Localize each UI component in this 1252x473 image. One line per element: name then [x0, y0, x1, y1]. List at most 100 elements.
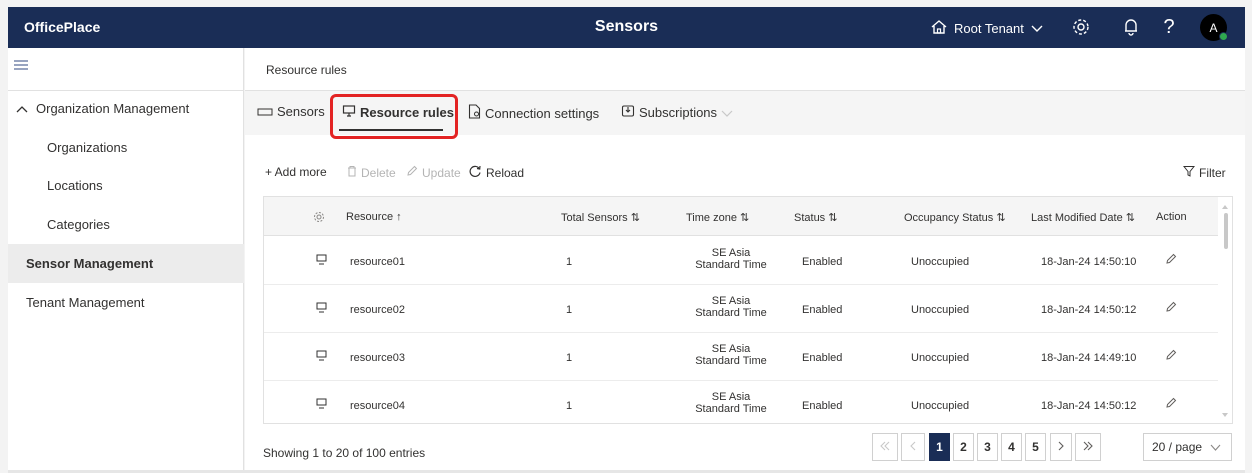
column-header-time-zone[interactable]: Time zone ⇅: [686, 211, 749, 224]
delete-button[interactable]: Delete: [347, 165, 396, 180]
tab-resource-rules[interactable]: Resource rules: [342, 104, 454, 121]
hamburger-menu-icon[interactable]: [14, 59, 28, 73]
column-header-total-sensors[interactable]: Total Sensors ⇅: [561, 211, 640, 224]
edit-pencil-icon[interactable]: [1165, 349, 1177, 364]
avatar-initial: A: [1209, 20, 1218, 35]
sidebar: Organization Management Organizations Lo…: [8, 48, 244, 473]
time-zone-line-1: SE Asia: [711, 295, 751, 307]
page-number: 4: [1008, 440, 1015, 454]
cell-total-sensors: 1: [566, 256, 573, 268]
avatar[interactable]: A: [1200, 14, 1228, 41]
column-header-last-modified-date[interactable]: Last Modified Date ⇅: [1031, 211, 1135, 224]
sidebar-item-organizations[interactable]: Organizations: [8, 128, 244, 167]
sidebar-item-tenant-management[interactable]: Tenant Management: [8, 283, 244, 322]
page-5-button[interactable]: 5: [1025, 433, 1046, 461]
chevron-up-icon: [16, 101, 28, 116]
sidebar-item-label: Organizations: [47, 140, 128, 155]
cell-last-modified: 18-Jan-24 14:50:12: [1041, 304, 1137, 316]
page-1-button[interactable]: 1: [929, 433, 950, 461]
tenant-selector[interactable]: Root Tenant: [930, 19, 1044, 38]
edit-pencil-icon[interactable]: [1165, 397, 1177, 412]
cell-time-zone: SE Asia Standard Time: [691, 295, 771, 319]
sidebar-item-categories[interactable]: Categories: [8, 205, 244, 244]
tab-sensors[interactable]: Sensors: [257, 104, 325, 119]
sidebar-item-label: Tenant Management: [26, 295, 145, 310]
table-row[interactable]: resource02 1 SE Asia Standard Time Enable…: [264, 285, 1219, 333]
next-page-button[interactable]: [1050, 433, 1072, 461]
chevron-left-icon: [909, 440, 917, 454]
edit-pencil-icon[interactable]: [1165, 301, 1177, 316]
sidebar-item-label: Sensor Management: [26, 256, 154, 271]
refresh-icon: [469, 165, 482, 181]
add-more-label: + Add more: [265, 165, 327, 179]
page-3-button[interactable]: 3: [977, 433, 998, 461]
monitor-icon: [342, 104, 356, 121]
page-number: 1: [936, 440, 943, 454]
add-more-button[interactable]: + Add more: [265, 165, 327, 179]
bell-icon[interactable]: [1120, 16, 1142, 38]
help-icon[interactable]: ?: [1158, 16, 1180, 38]
table-row[interactable]: resource04 1 SE Asia Standard Time Enable…: [264, 381, 1219, 423]
tab-subscriptions[interactable]: Subscriptions: [621, 104, 733, 121]
sidebar-group-organization-management[interactable]: Organization Management: [8, 89, 244, 128]
cell-status: Enabled: [802, 400, 843, 412]
tab-label: Sensors: [277, 104, 325, 119]
column-header-resource[interactable]: Resource ↑: [346, 211, 402, 223]
page-number: 5: [1032, 440, 1039, 454]
scrollbar-thumb[interactable]: [1224, 213, 1228, 249]
gear-icon[interactable]: [1070, 16, 1092, 38]
reload-label: Reload: [486, 166, 525, 180]
monitor-icon: [316, 350, 327, 364]
sidebar-item-locations[interactable]: Locations: [8, 166, 244, 205]
page-2-button[interactable]: 2: [953, 433, 974, 461]
chevron-right-icon: [1057, 440, 1065, 454]
column-settings-gear-icon[interactable]: [313, 211, 325, 223]
edit-pencil-icon[interactable]: [1165, 253, 1177, 268]
chevron-down-icon: [1030, 21, 1044, 36]
breadcrumb-bar: Resource rules: [245, 48, 1245, 91]
resource-rules-table: Resource ↑ Total Sensors ⇅ Time zone ⇅ S…: [263, 196, 1233, 424]
update-button[interactable]: Update: [406, 165, 461, 180]
column-header-occupancy-status[interactable]: Occupancy Status ⇅: [904, 211, 1006, 224]
cell-occupancy-status: Unoccupied: [911, 400, 970, 412]
table-row[interactable]: resource03 1 SE Asia Standard Time Enable…: [264, 333, 1219, 381]
page-size-value: 20 / page: [1152, 440, 1203, 454]
page-size-select[interactable]: 20 / page: [1143, 433, 1232, 461]
time-zone-line-1: SE Asia: [711, 247, 751, 259]
column-header-status[interactable]: Status ⇅: [794, 211, 837, 224]
brand-logo[interactable]: OfficePlace: [24, 19, 100, 35]
vertical-scrollbar[interactable]: [1218, 197, 1232, 423]
sidebar-item-sensor-management[interactable]: Sensor Management: [8, 244, 244, 283]
sensor-icon: [257, 104, 273, 119]
sidebar-item-label: Locations: [47, 178, 103, 193]
trash-icon: [347, 165, 357, 180]
reload-button[interactable]: Reload: [469, 165, 524, 181]
monitor-icon: [316, 302, 327, 316]
cell-occupancy-status: Unoccupied: [911, 304, 970, 316]
double-chevron-left-icon: [879, 440, 891, 454]
cell-last-modified: 18-Jan-24 14:50:12: [1041, 400, 1137, 412]
cell-resource: resource01: [350, 256, 406, 268]
cell-status: Enabled: [802, 304, 843, 316]
filter-button[interactable]: Filter: [1182, 165, 1226, 180]
update-label: Update: [422, 165, 461, 180]
first-page-button[interactable]: [872, 433, 898, 461]
top-app-bar: OfficePlace Sensors Root Tenant ? A: [8, 7, 1245, 48]
previous-page-button[interactable]: [901, 433, 925, 461]
cell-occupancy-status: Unoccupied: [911, 256, 970, 268]
filter-label: Filter: [1199, 165, 1226, 180]
scroll-up-arrow-icon[interactable]: [1221, 199, 1229, 213]
pencil-icon: [406, 165, 418, 180]
delete-label: Delete: [361, 165, 396, 180]
page-4-button[interactable]: 4: [1001, 433, 1022, 461]
page-number: 3: [984, 440, 991, 454]
table-row[interactable]: resource01 1 SE Asia Standard Time Enable…: [264, 237, 1219, 285]
last-page-button[interactable]: [1075, 433, 1101, 461]
double-chevron-right-icon: [1082, 440, 1094, 454]
tab-connection-settings[interactable]: Connection settings: [468, 104, 599, 122]
cell-time-zone: SE Asia Standard Time: [691, 391, 771, 415]
time-zone-line-2: Standard Time: [695, 355, 767, 367]
scroll-down-arrow-icon[interactable]: [1221, 407, 1229, 421]
tab-label: Connection settings: [485, 105, 600, 121]
cell-total-sensors: 1: [566, 400, 573, 412]
